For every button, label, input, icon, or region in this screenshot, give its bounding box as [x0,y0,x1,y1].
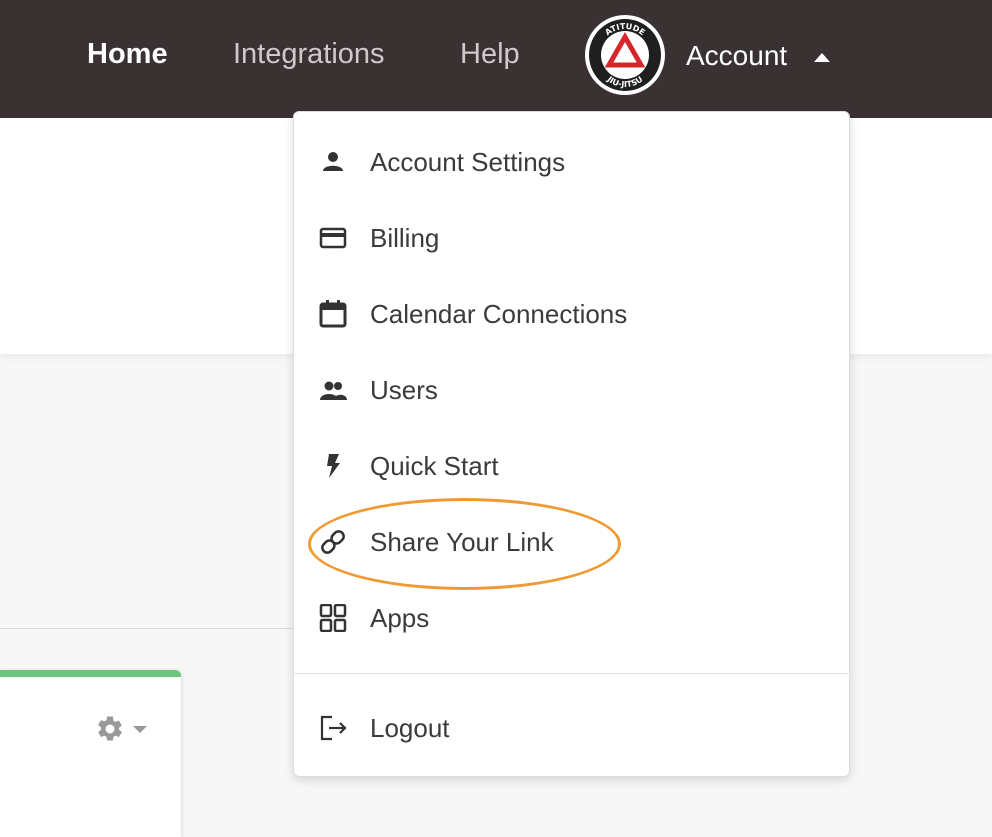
menu-item-billing[interactable]: Billing [294,208,849,268]
menu-item-label: Calendar Connections [370,299,628,329]
link-icon [321,530,345,554]
menu-item-account-settings[interactable]: Account Settings [294,132,849,192]
event-card [0,670,181,837]
menu-item-label: Logout [370,713,450,743]
section-divider [0,628,300,629]
menu-item-label: Users [370,375,438,405]
users-icon [320,381,347,400]
atitude-logo: ATITUDE JIU-JITSU [589,19,661,91]
menu-item-label: Apps [370,603,430,633]
top-navigation-bar: Home Integrations Help ATITUDE JIU-JITSU… [0,0,992,118]
chevron-down-icon[interactable] [133,726,147,733]
nav-help-link[interactable]: Help [460,34,520,74]
apps-grid-icon [319,604,347,632]
account-avatar[interactable]: ATITUDE JIU-JITSU [585,15,665,95]
menu-item-logout[interactable]: Logout [294,698,849,758]
gear-icon[interactable] [95,714,125,744]
nav-integrations-link[interactable]: Integrations [233,34,385,74]
caret-up-icon[interactable] [814,53,830,62]
menu-item-label: Share Your Link [370,527,554,557]
menu-item-users[interactable]: Users [294,360,849,420]
calendar-icon [319,300,347,328]
menu-item-quick-start[interactable]: Quick Start [294,436,849,496]
menu-item-label: Quick Start [370,451,499,481]
account-dropdown-menu: Account Settings Billing Calendar Connec… [293,111,850,777]
person-icon [323,152,343,171]
menu-item-calendar-connections[interactable]: Calendar Connections [294,284,849,344]
credit-card-icon [319,227,347,249]
menu-item-label: Billing [370,223,440,253]
logout-icon [320,715,347,741]
nav-home-link[interactable]: Home [87,34,168,74]
account-menu-toggle[interactable]: Account [686,36,787,76]
menu-divider [294,673,849,674]
menu-item-share-your-link[interactable]: Share Your Link [294,512,849,572]
menu-item-label: Account Settings [370,147,566,177]
menu-item-apps[interactable]: Apps [294,588,849,648]
lightning-icon [327,454,340,478]
